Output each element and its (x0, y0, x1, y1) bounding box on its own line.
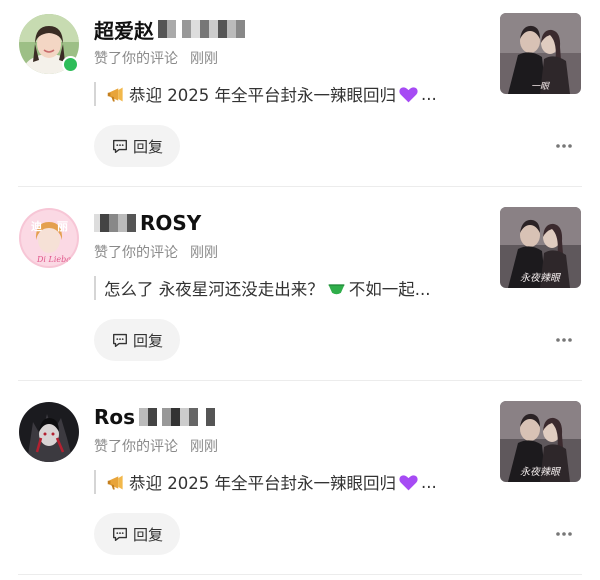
notification-item[interactable]: Ros 赞了你的评论 刚刚 恭迎 2025 年全平台封永一辣眼回归 ... 回复… (0, 388, 600, 580)
quoted-comment[interactable]: 怎么了 永夜星河还没走出来？ 不如一起... (94, 276, 479, 300)
drama-poster-thumbnail[interactable]: 永夜辣眼 (500, 401, 581, 482)
time-text: 刚刚 (190, 51, 218, 67)
svg-text:迪: 迪 (31, 219, 42, 233)
notification-item[interactable]: 迪 丽 Di Lieba ROSY 赞了你的评论 刚刚 怎么了 永夜星河还没走出来… (0, 194, 600, 388)
avatar[interactable]: 迪 丽 Di Lieba (19, 208, 79, 268)
reply-button[interactable]: 回复 (94, 319, 180, 361)
more-options-button[interactable] (552, 522, 576, 546)
username-text: 超爱赵 (94, 18, 154, 43)
quoted-comment[interactable]: 恭迎 2025 年全平台封永一辣眼回归 ... (94, 82, 479, 106)
svg-text:一眼: 一眼 (531, 81, 550, 92)
comment-text: 恭迎 2025 年全平台封永一辣眼回归 (129, 474, 396, 493)
divider (18, 574, 582, 575)
more-dots-icon (556, 532, 572, 536)
quoted-comment[interactable]: 恭迎 2025 年全平台封永一辣眼回归 ... (94, 470, 479, 494)
svg-text:永夜辣眼: 永夜辣眼 (520, 466, 561, 478)
reply-button[interactable]: 回复 (94, 125, 180, 167)
purple-heart-emoji-icon (399, 474, 418, 490)
comment-text: 恭迎 2025 年全平台封永一辣眼回归 (129, 86, 396, 105)
time-text: 刚刚 (190, 439, 218, 455)
comment-ellipsis: 不如一起... (348, 280, 431, 299)
svg-text:永夜辣眼: 永夜辣眼 (520, 272, 561, 284)
divider (18, 186, 582, 187)
reply-button[interactable]: 回复 (94, 513, 180, 555)
megaphone-emoji-icon (107, 475, 123, 489)
action-line: 赞了你的评论 刚刚 (94, 436, 218, 456)
green-emoji-icon (328, 283, 345, 294)
action-line: 赞了你的评论 刚刚 (94, 48, 218, 68)
notification-list: 超爱赵 赞了你的评论 刚刚 恭迎 2025 年全平台封永一辣眼回归 ... 回复… (0, 0, 600, 580)
comment-ellipsis: ... (420, 472, 437, 492)
action-text: 赞了你的评论 (94, 439, 178, 455)
comment-icon (113, 527, 127, 541)
username[interactable]: ROSY (94, 209, 201, 237)
more-options-button[interactable] (552, 328, 576, 352)
action-text: 赞了你的评论 (94, 51, 178, 67)
comment-icon (113, 333, 127, 347)
avatar[interactable] (19, 402, 79, 462)
divider (18, 380, 582, 381)
megaphone-emoji-icon (107, 87, 123, 101)
svg-text:Di Lieba: Di Lieba (36, 255, 71, 264)
action-text: 赞了你的评论 (94, 245, 178, 261)
more-dots-icon (556, 144, 572, 148)
action-line: 赞了你的评论 刚刚 (94, 242, 218, 262)
more-dots-icon (556, 338, 572, 342)
username[interactable]: 超爱赵 (94, 15, 245, 43)
comment-ellipsis: ... (420, 84, 437, 104)
reply-label: 回复 (132, 137, 163, 156)
username[interactable]: Ros (94, 403, 216, 431)
svg-text:丽: 丽 (57, 220, 68, 233)
comment-icon (113, 139, 127, 153)
more-options-button[interactable] (552, 134, 576, 158)
notification-item[interactable]: 超爱赵 赞了你的评论 刚刚 恭迎 2025 年全平台封永一辣眼回归 ... 回复… (0, 0, 600, 194)
drama-poster-thumbnail[interactable]: 永夜辣眼 (500, 207, 581, 288)
username-mosaic (158, 20, 245, 38)
reply-label: 回复 (132, 331, 163, 350)
drama-poster-thumbnail[interactable]: 一眼 (500, 13, 581, 94)
username-text: Ros (94, 405, 136, 429)
online-status-icon (62, 56, 79, 73)
reply-label: 回复 (132, 525, 163, 544)
purple-heart-emoji-icon (399, 86, 418, 102)
username-mosaic (94, 214, 136, 232)
username-text: ROSY (140, 211, 202, 235)
time-text: 刚刚 (190, 245, 218, 261)
comment-text: 怎么了 永夜星河还没走出来？ (104, 280, 324, 299)
username-mosaic (139, 408, 216, 426)
